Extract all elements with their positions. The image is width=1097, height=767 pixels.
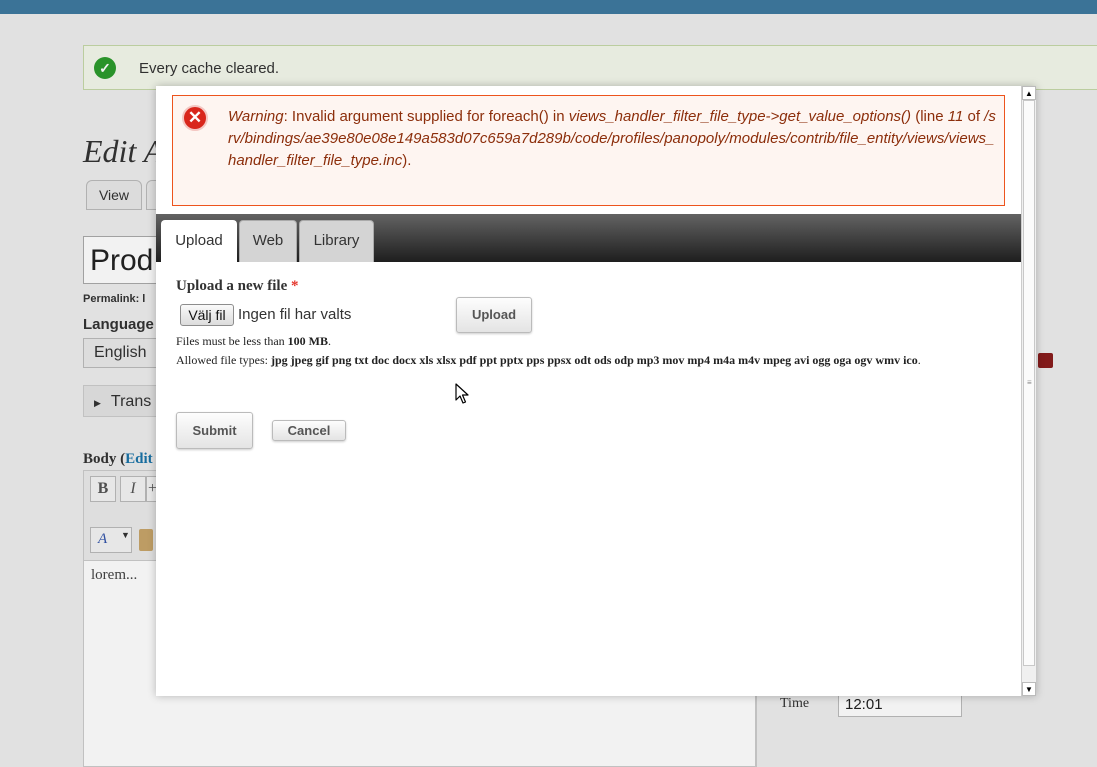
upload-file-label: Upload a new file * (176, 278, 299, 294)
upload-button[interactable]: Upload (456, 297, 532, 333)
scrollbar-thumb[interactable]: ≡ (1023, 100, 1035, 666)
media-browser-modal: ✕ Warning: Invalid argument supplied for… (156, 86, 1036, 696)
media-tabs: Upload Web Library (156, 214, 1021, 262)
error-message: ✕ Warning: Invalid argument supplied for… (172, 95, 1005, 206)
cancel-button[interactable]: Cancel (272, 420, 346, 441)
scroll-down-arrow-icon[interactable]: ▼ (1022, 682, 1036, 696)
mouse-pointer-icon (455, 383, 469, 404)
tab-web[interactable]: Web (239, 220, 297, 262)
tab-library[interactable]: Library (299, 220, 374, 262)
required-marker: * (291, 278, 299, 294)
scroll-up-arrow-icon[interactable]: ▲ (1022, 86, 1036, 100)
modal-scrollbar[interactable]: ▲ ≡ ▼ (1021, 86, 1036, 696)
file-types-description: Allowed file types: jpg jpeg gif png txt… (176, 353, 921, 367)
error-x-icon: ✕ (182, 105, 208, 131)
error-message-text: Warning: Invalid argument supplied for f… (228, 108, 996, 169)
grip-icon: ≡ (1027, 378, 1032, 387)
file-size-description: Files must be less than 100 MB. (176, 334, 332, 348)
no-file-chosen-text: Ingen fil har valts (238, 306, 352, 323)
tab-upload[interactable]: Upload (161, 220, 237, 262)
submit-button[interactable]: Submit (176, 412, 253, 449)
choose-file-button[interactable]: Välj fil (180, 304, 234, 326)
